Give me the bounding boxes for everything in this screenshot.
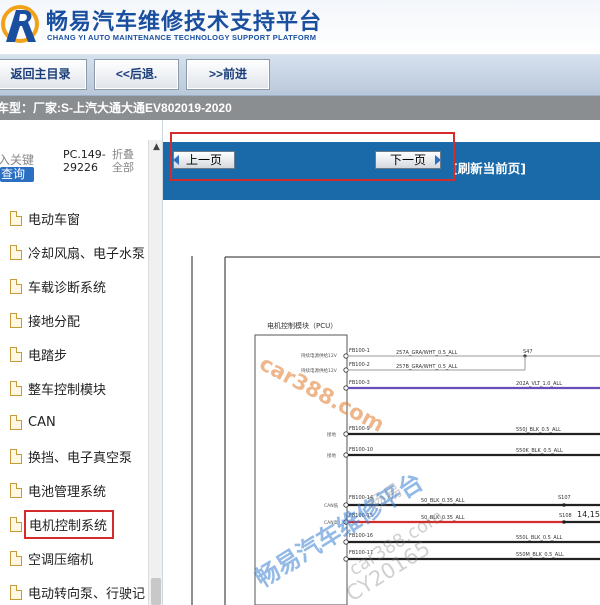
splice-dot [562, 503, 566, 507]
pin-terminal [343, 353, 349, 359]
nav-list: 电动车窗 冷却风扇、电子水泵 车载诊断系统 接地分配 电踏步 整车控制模块 CA… [0, 120, 148, 605]
pin-terminal [343, 502, 349, 508]
nav-item-ac-compressor[interactable]: 空调压缩机 [10, 546, 93, 570]
nav-item-label: 换挡、电子真空泵 [28, 450, 133, 466]
nav-item-vcu[interactable]: 整车控制模块 [10, 376, 106, 400]
nav-item-label: 电机控制系统 [24, 509, 115, 539]
refresh-page-link[interactable]: [刷新当前页] [452, 158, 526, 177]
sidebar: 入关键 查询 PC.149- 29226 折叠 全部 ▲ 电动车窗 冷却风扇、电… [0, 120, 163, 605]
pin-terminal [343, 367, 349, 373]
splice-id: S107 [558, 495, 571, 501]
side-note: 14,15 [577, 510, 600, 519]
wire-spec: 550L_BLK_0.5_ALL [516, 535, 562, 541]
vehicle-bar: 车型：厂家:S-上汽大通大通EV802019-2020 [0, 96, 600, 120]
nav-item-can[interactable]: CAN [10, 410, 56, 434]
splice-id: S108 [559, 513, 572, 519]
wire-spec: 257A_GRA/WHT_0.5_ALL [396, 350, 458, 356]
nav-item-label: 冷却风扇、电子水泵 [28, 246, 146, 262]
nav-item-ground-distribution[interactable]: 接地分配 [10, 308, 80, 332]
document-icon [10, 210, 22, 226]
pin-row-3: FB100-3 202A_VLT_1.0_ALL [343, 380, 600, 391]
pin-row-5: 接地 FB100-10 550K_BLK_0.5_ALL [327, 447, 600, 459]
pin-id: FB100-1 [349, 348, 370, 354]
nav-item-obd[interactable]: 车载诊断系统 [10, 274, 106, 298]
wire-spec: 550M_BLK_0.5_ALL [516, 552, 564, 558]
document-icon [10, 278, 22, 294]
document-icon [10, 380, 22, 396]
nav-item-shift-vacuum-pump[interactable]: 换挡、电子真空泵 [10, 444, 132, 468]
document-icon [10, 584, 22, 600]
wire-spec: 550J_BLK_0.5_ALL [516, 427, 561, 433]
nav-item-label: 电池管理系统 [28, 484, 107, 500]
nav-item-label: 电动车窗 [28, 212, 81, 228]
pin-note: 接地 [327, 452, 336, 459]
document-icon [10, 448, 22, 464]
document-icon [10, 550, 22, 566]
nav-item-power-step[interactable]: 电踏步 [10, 342, 67, 366]
vehicle-label: 车型： [0, 101, 34, 115]
pin-note: 持续电源供给12V [301, 352, 338, 359]
document-icon [10, 482, 22, 498]
document-icon [10, 244, 22, 260]
pin-row-2: 持续电源供给12V FB100-2 257B_GRA/WHT_0.5_ALL [301, 362, 525, 374]
logo-icon [1, 5, 39, 43]
app-title: 畅易汽车维修技术支持平台 [46, 10, 323, 35]
nav-item-motor-control[interactable]: 电机控制系统 [10, 509, 115, 539]
vehicle-value: 厂家:S-上汽大通大通EV802019-2020 [33, 101, 232, 115]
main-toolbar: 返回主目录 <<后退. >>前进 [0, 55, 600, 96]
document-icon [10, 516, 22, 532]
pin-id: FB100-2 [349, 362, 370, 368]
nav-item-label: 整车控制模块 [28, 382, 107, 398]
pin-id: FB100-10 [349, 447, 373, 453]
nav-item-label: 电动转向泵、行驶记 [28, 586, 146, 602]
app-subtitle: CHANG YI AUTO MAINTENANCE TECHNOLOGY SUP… [47, 33, 317, 42]
nav-item-label: 空调压缩机 [28, 552, 94, 568]
nav-item-power-steering[interactable]: 电动转向泵、行驶记 [10, 580, 145, 604]
document-icon [10, 414, 22, 430]
back-button[interactable]: <<后退. [94, 59, 179, 90]
nav-item-label: 车载诊断系统 [28, 280, 107, 296]
nav-item-power-window[interactable]: 电动车窗 [10, 206, 80, 230]
home-button[interactable]: 返回主目录 [0, 59, 87, 90]
scroll-up-arrow-icon[interactable]: ▲ [149, 140, 162, 155]
nav-item-cooling-fan[interactable]: 冷却风扇、电子水泵 [10, 240, 145, 264]
nav-item-label: 接地分配 [28, 314, 81, 330]
nav-item-bms[interactable]: 电池管理系统 [10, 478, 106, 502]
forward-button[interactable]: >>前进 [186, 59, 270, 90]
pin-terminal [343, 385, 349, 391]
document-icon [10, 312, 22, 328]
app-header: 畅易汽车维修技术支持平台 CHANG YI AUTO MAINTENANCE T… [0, 0, 600, 55]
wire-spec: 50_BLK_0.35_ALL [421, 498, 465, 504]
pcu-module-title: 电机控制模块（PCU） [267, 321, 337, 330]
pin-note: CAN低 [324, 502, 339, 509]
splice-id: S47 [523, 349, 533, 355]
wire-spec: 550K_BLK_0.5_ALL [516, 448, 563, 454]
highlight-box [170, 132, 455, 181]
pin-terminal [343, 431, 349, 437]
sidebar-scrollbar[interactable]: ▲ [148, 140, 162, 605]
nav-item-label: CAN [28, 414, 56, 430]
document-icon [10, 346, 22, 362]
content-area: 上一页 下一页 [刷新当前页] 电机控制模块（PCU） 持续电源供给12V FB… [163, 120, 600, 605]
nav-item-label: 电踏步 [28, 348, 68, 364]
pin-terminal [343, 452, 349, 458]
wire-spec: 257B_GRA/WHT_0.5_ALL [396, 364, 458, 370]
splice-dot [562, 520, 566, 524]
wiring-diagram: 电机控制模块（PCU） 持续电源供给12V FB100-1 257A_GRA/W… [166, 200, 600, 605]
pin-id: FB100-3 [349, 380, 370, 386]
wire-spec: 202A_VLT_1.0_ALL [516, 381, 562, 387]
pin-note: 接地 [327, 431, 336, 438]
scroll-thumb[interactable] [151, 578, 161, 605]
